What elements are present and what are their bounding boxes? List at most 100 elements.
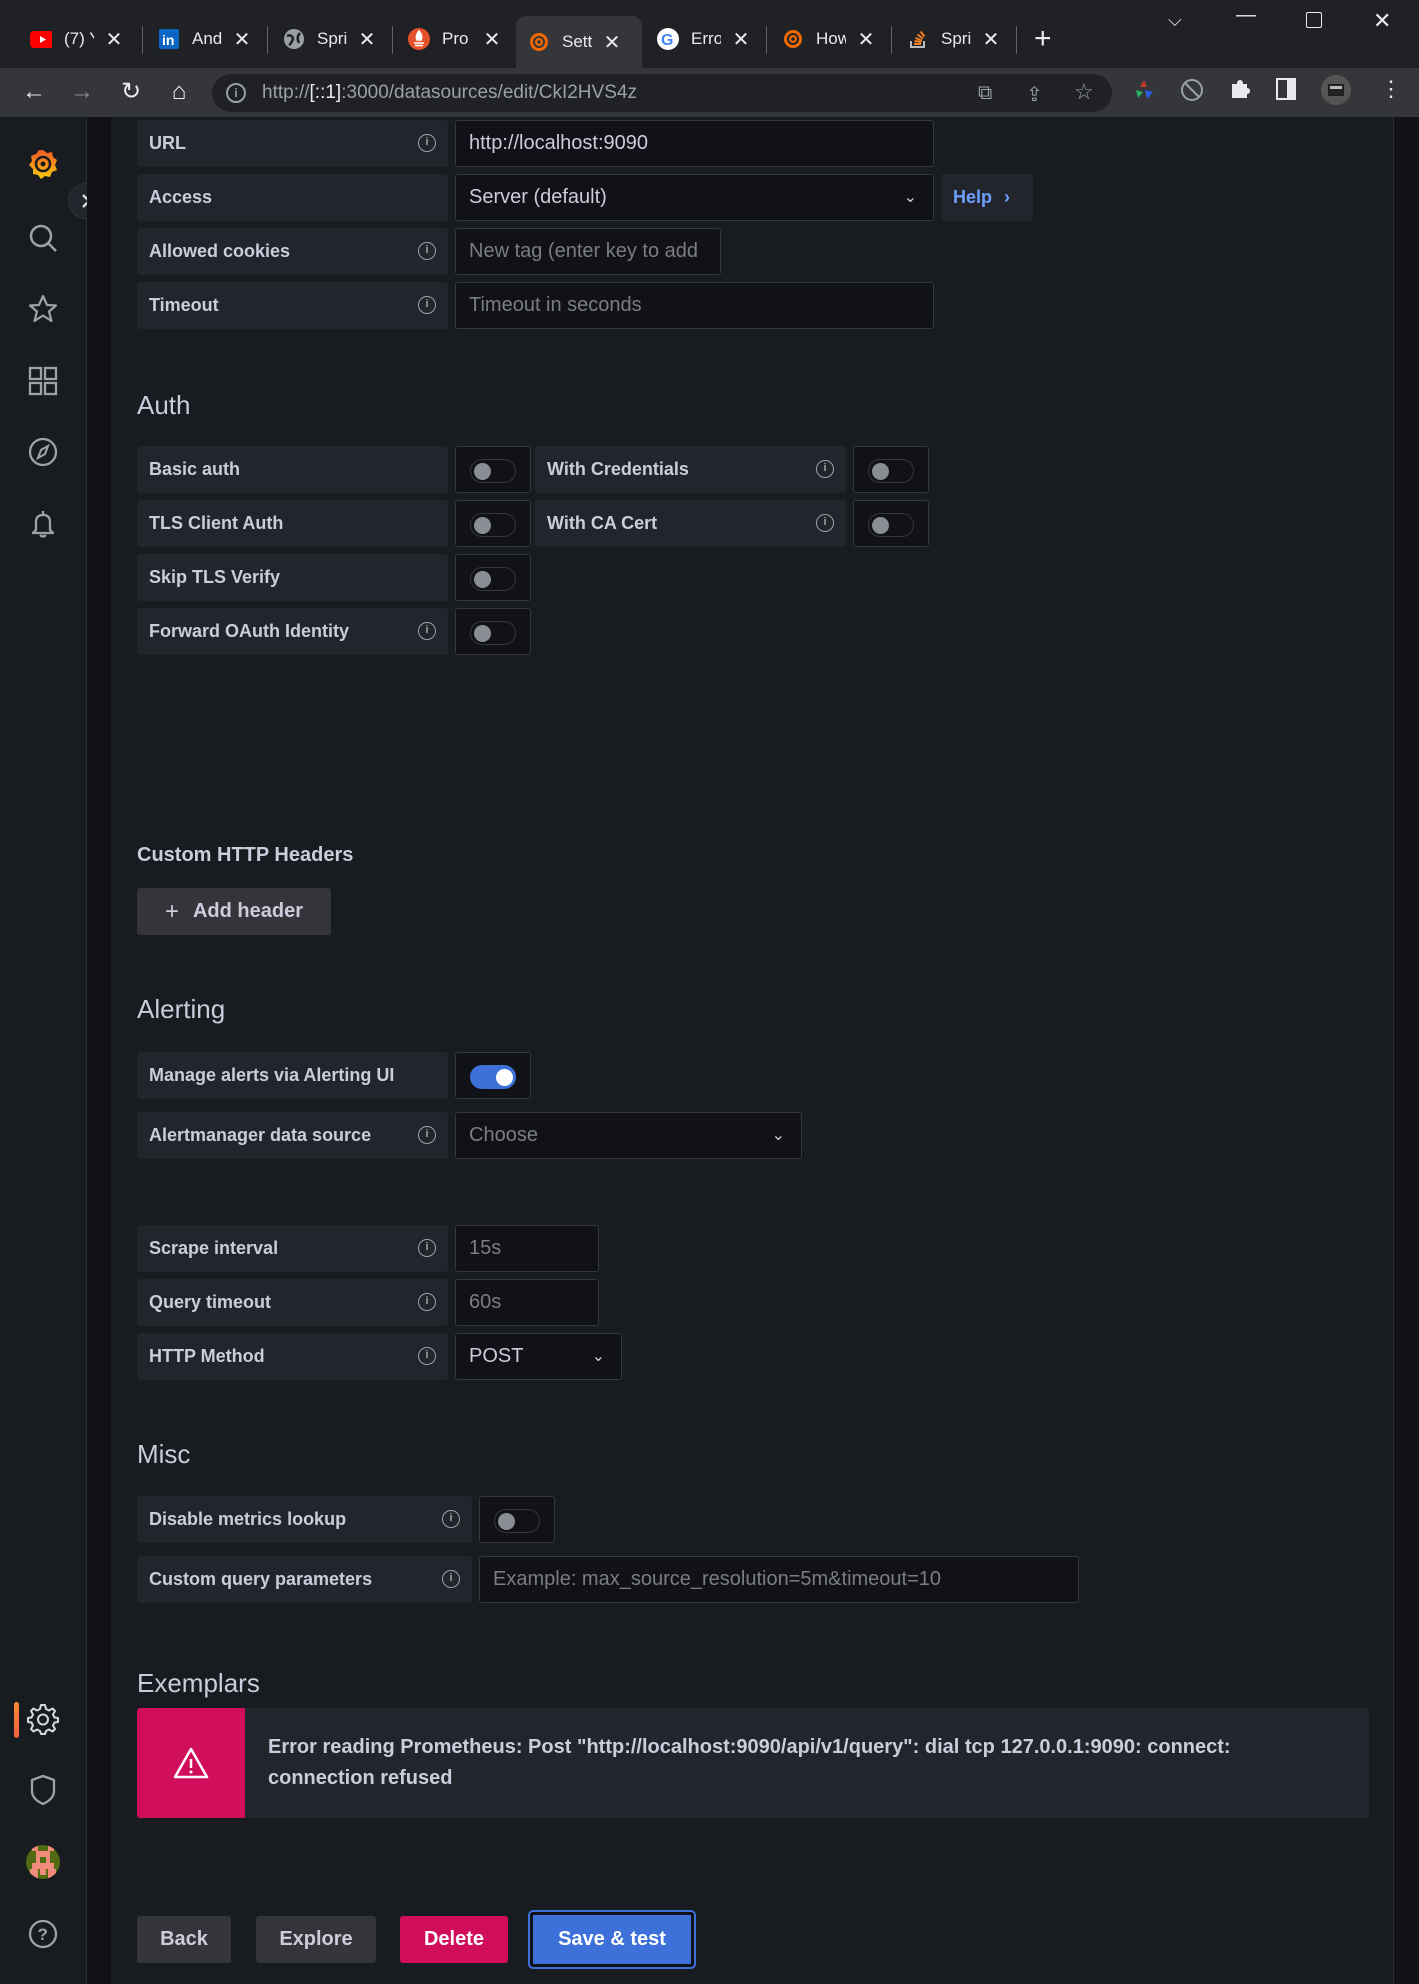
close-window-icon[interactable]: ✕ [1373,8,1391,34]
reload-icon[interactable]: ↻ [117,78,145,106]
chevron-down-icon: ⌄ [903,189,917,206]
info-icon[interactable]: i [816,460,834,478]
auth-section-title: Auth [137,390,191,420]
with-ca-cert-toggle[interactable] [868,513,914,537]
basic-auth-toggle[interactable] [470,459,516,483]
profile-avatar[interactable] [1320,74,1352,112]
bookmark-star-icon[interactable]: ☆ [1074,79,1094,105]
back-button[interactable]: Back [137,1916,231,1963]
info-icon[interactable]: i [418,242,436,260]
google-icon: G [657,28,679,50]
browser-tab-active[interactable]: Sett ✕ [516,16,642,68]
configuration-gear-icon[interactable] [26,1702,60,1736]
browser-tab[interactable]: How ✕ [770,16,890,62]
delete-button[interactable]: Delete [400,1916,508,1963]
explore-compass-icon[interactable] [26,435,60,469]
browser-tab[interactable]: Spri ✕ [895,16,1015,62]
browser-tab[interactable]: (7) Y ✕ [18,16,138,62]
youtube-icon [30,28,52,50]
maximize-icon[interactable] [1306,12,1322,28]
close-tab-icon[interactable]: ✕ [602,30,622,55]
browser-toolbar: ← → ↻ ⌂ i http://[::1]:3000/datasources/… [0,68,1419,117]
extensions-puzzle-icon[interactable] [1228,78,1250,106]
alerting-section-title: Alerting [137,994,226,1024]
starred-icon[interactable] [26,292,60,326]
url-input[interactable]: http://localhost:9090 [455,120,934,167]
disable-metrics-label: Disable metrics lookup i [137,1496,472,1543]
info-icon[interactable]: i [418,1293,436,1311]
access-select[interactable]: Server (default) ⌄ [455,174,934,221]
info-icon[interactable]: i [418,296,436,314]
info-icon[interactable]: i [418,134,436,152]
browser-menu-icon[interactable]: ⋮ [1380,76,1402,102]
close-tab-icon[interactable]: ✕ [856,27,876,52]
minimize-icon[interactable]: — [1236,4,1256,27]
chevron-right-icon: › [1004,187,1011,207]
info-icon[interactable]: i [418,622,436,640]
with-credentials-toggle[interactable] [868,459,914,483]
manage-alerts-toggle[interactable] [470,1065,516,1089]
browser-tab[interactable]: Pro ✕ [396,16,516,62]
close-tab-icon[interactable]: ✕ [357,27,377,52]
info-icon[interactable]: i [418,1347,436,1365]
disable-metrics-toggle[interactable] [494,1509,540,1533]
info-icon[interactable]: i [418,1126,436,1144]
chevron-down-icon: ⌄ [591,1348,605,1365]
info-icon[interactable]: i [442,1510,460,1528]
exemplars-section-title: Exemplars [137,1668,260,1698]
search-icon[interactable] [26,221,60,255]
stackoverflow-icon [907,28,929,50]
translate-icon[interactable]: ⧉ [978,82,992,105]
extension-icon[interactable] [1132,78,1156,108]
alerting-bell-icon[interactable] [26,507,60,541]
prometheus-icon [408,28,430,50]
save-test-button[interactable]: Save & test [528,1910,696,1969]
home-icon[interactable]: ⌂ [165,78,193,106]
page-scrollbar-track[interactable] [1393,117,1419,1984]
info-icon[interactable]: i [418,1239,436,1257]
info-icon[interactable]: i [816,514,834,532]
skip-tls-verify-toggle[interactable] [470,567,516,591]
browser-tab[interactable]: Spri ✕ [271,16,391,62]
help-question-icon[interactable]: ? [26,1917,60,1951]
tls-client-auth-toggle[interactable] [470,513,516,537]
custom-query-input[interactable]: Example: max_source_resolution=5m&timeou… [479,1556,1079,1603]
back-arrow-icon[interactable]: ← [20,78,48,106]
address-url[interactable]: http://[::1]:3000/datasources/edit/CkI2H… [262,82,637,104]
close-tab-icon[interactable]: ✕ [104,27,124,52]
close-tab-icon[interactable]: ✕ [232,27,252,52]
close-tab-icon[interactable]: ✕ [981,27,1001,52]
site-info-icon[interactable]: i [226,83,246,103]
forward-arrow-icon[interactable]: → [68,78,96,106]
allowed-cookies-input[interactable]: New tag (enter key to add [455,228,721,275]
scrape-interval-input[interactable]: 15s [455,1225,599,1272]
add-header-button[interactable]: + Add header [137,888,331,935]
access-help-button[interactable]: Help › [941,174,1033,221]
browser-tab[interactable]: G Erro ✕ [645,16,765,62]
datasource-settings-form: URL i http://localhost:9090 Access Server… [111,117,1393,1984]
dashboards-icon[interactable] [26,364,60,398]
close-tab-icon[interactable]: ✕ [482,27,502,52]
tab-search-icon[interactable]: ⌵ [1168,10,1182,31]
close-tab-icon[interactable]: ✕ [731,27,751,52]
server-admin-shield-icon[interactable] [26,1773,60,1807]
forward-oauth-toggle[interactable] [470,621,516,645]
share-icon[interactable]: ⇪ [1026,82,1043,107]
access-label: Access [137,174,448,221]
user-avatar[interactable] [26,1845,60,1879]
mute-extension-icon[interactable] [1180,78,1204,108]
alertmanager-select[interactable]: Choose ⌄ [455,1112,802,1159]
side-panel-icon[interactable] [1276,78,1296,106]
basic-auth-label: Basic auth [137,446,448,493]
timeout-input[interactable]: Timeout in seconds [455,282,934,329]
query-timeout-input[interactable]: 60s [455,1279,599,1326]
explore-button[interactable]: Explore [256,1916,376,1963]
grafana-logo-icon[interactable] [26,147,60,181]
tls-client-auth-label: TLS Client Auth [137,500,448,547]
info-icon[interactable]: i [442,1570,460,1588]
http-method-select[interactable]: POST ⌄ [455,1333,622,1380]
new-tab-button[interactable]: + [1034,22,1052,56]
browser-tab[interactable]: in And ✕ [146,16,266,62]
address-bar[interactable]: i http://[::1]:3000/datasources/edit/CkI… [212,74,1112,112]
error-message: Error reading Prometheus: Post "http://l… [268,1736,1231,1789]
